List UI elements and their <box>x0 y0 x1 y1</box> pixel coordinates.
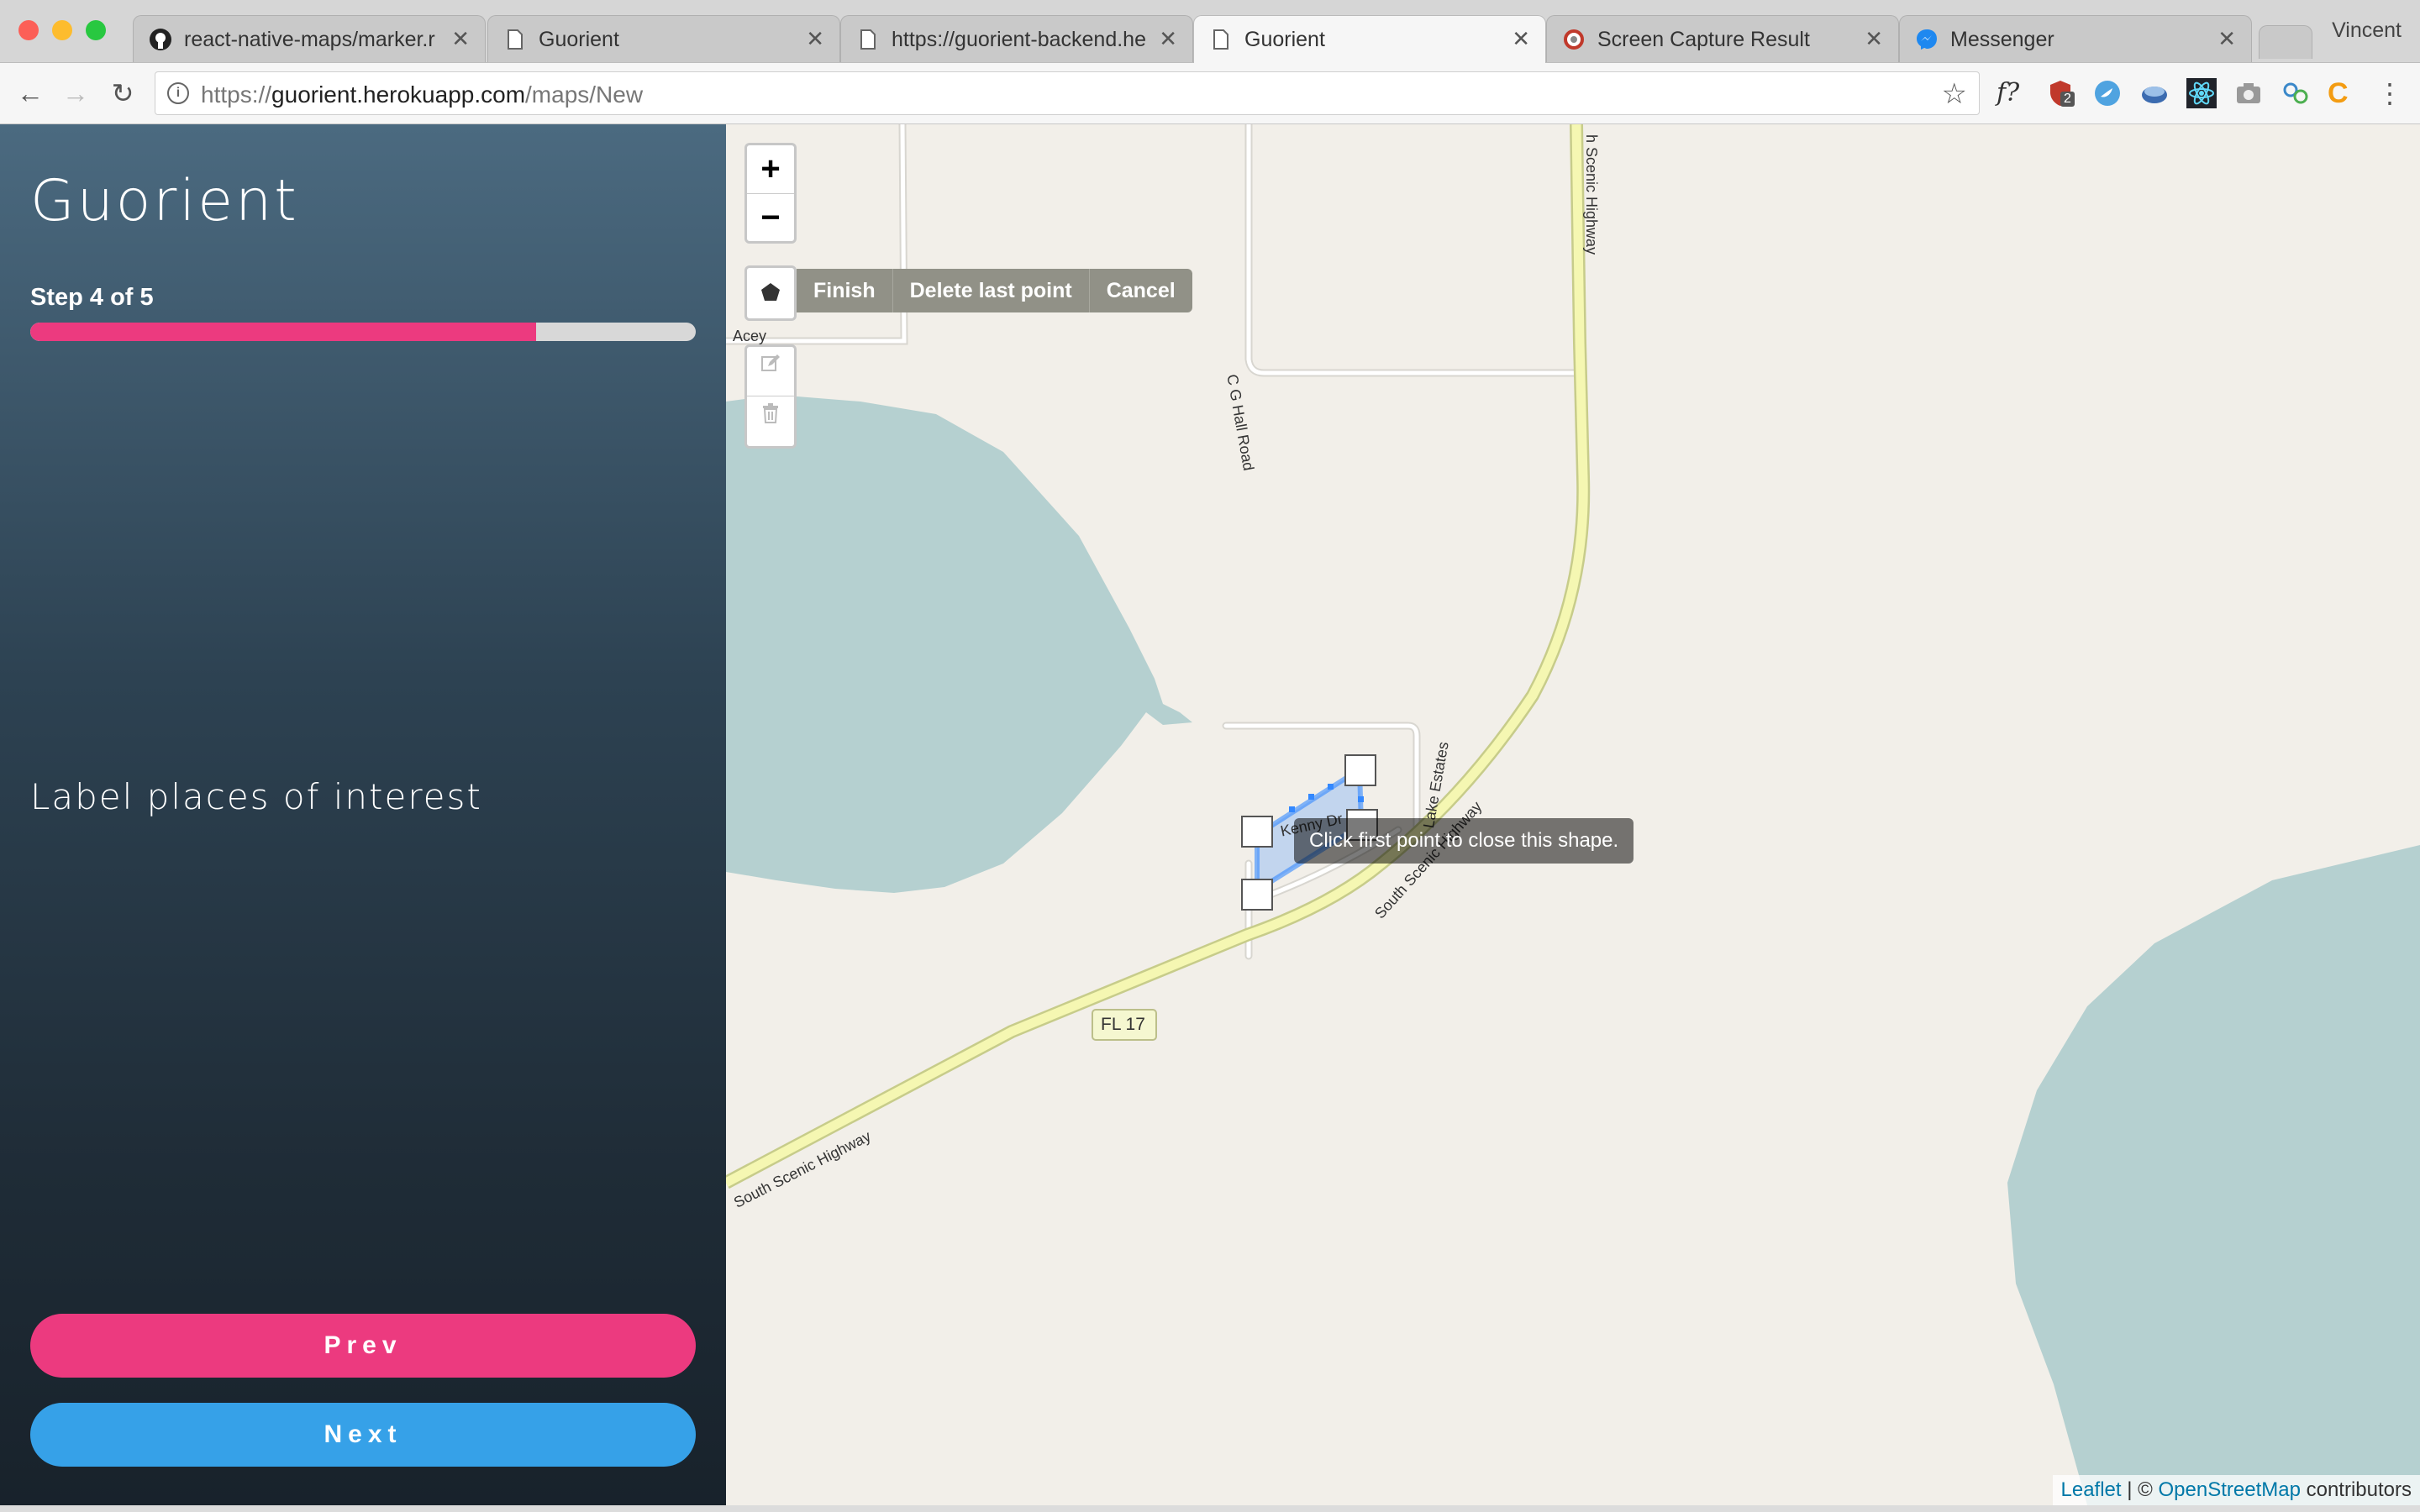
close-tab-icon[interactable]: ✕ <box>806 26 824 52</box>
url-text[interactable]: https://guorient.herokuapp.com/maps/New <box>201 81 643 108</box>
nodes-extension-icon[interactable] <box>2281 78 2311 108</box>
close-tab-icon[interactable]: ✕ <box>1159 26 1177 52</box>
pentagon-icon <box>761 283 780 301</box>
polygon-vertex[interactable] <box>1344 754 1376 786</box>
zoom-in-button[interactable]: + <box>747 145 794 194</box>
next-button[interactable]: Next <box>30 1403 696 1467</box>
tab-title: https://guorient-backend.he <box>892 28 1145 51</box>
page-icon <box>860 29 876 50</box>
browser-tab[interactable]: Guorient ✕ <box>487 15 840 62</box>
capture-icon <box>1564 29 1584 50</box>
lake-west <box>726 395 1192 893</box>
browser-tab[interactable]: Messenger ✕ <box>1899 15 2252 62</box>
forward-arrow-icon[interactable]: → <box>59 76 92 110</box>
camera-extension-icon[interactable] <box>2233 78 2264 108</box>
bird-extension-icon[interactable] <box>2092 78 2123 108</box>
c-extension-icon[interactable]: C <box>2328 78 2358 108</box>
extension-badge: 2 <box>2060 92 2075 107</box>
tab-title: Screen Capture Result <box>1597 28 1810 51</box>
messenger-icon <box>1917 29 1937 50</box>
tab-title: Guorient <box>1244 28 1325 51</box>
url-host: guorient.herokuapp.com <box>271 81 526 108</box>
polygon-vertex[interactable] <box>1241 816 1273 848</box>
map-attribution: Leaflet | © OpenStreetMap contributors <box>2052 1475 2420 1505</box>
delete-last-point-button[interactable]: Delete last point <box>892 269 1089 312</box>
url-path: /maps/New <box>525 81 644 108</box>
page-icon <box>508 29 523 50</box>
map-label-acey: Acey <box>733 328 767 344</box>
step-progress-fill <box>30 323 536 341</box>
reload-icon[interactable]: ↻ <box>106 76 139 110</box>
trash-icon <box>763 403 778 423</box>
draw-polygon-button[interactable] <box>744 265 797 321</box>
close-tab-icon[interactable]: ✕ <box>451 26 470 52</box>
map-label-scenic-top: h Scenic Highway <box>1583 134 1600 255</box>
back-arrow-icon[interactable]: ← <box>13 76 47 110</box>
maximize-window-button[interactable] <box>86 20 106 40</box>
react-devtools-icon[interactable] <box>2186 78 2217 108</box>
finish-button[interactable]: Finish <box>797 269 892 312</box>
zoom-out-button[interactable]: − <box>747 194 794 242</box>
close-tab-icon[interactable]: ✕ <box>1865 26 1883 52</box>
close-tab-icon[interactable]: ✕ <box>1512 26 1530 52</box>
tab-title: Messenger <box>1950 28 2054 51</box>
attribution-separator: | © <box>2121 1478 2159 1501</box>
info-icon[interactable]: i <box>167 82 189 104</box>
url-prefix: https:// <box>201 81 272 108</box>
bookmark-star-icon[interactable]: ☆ <box>1942 77 1967 111</box>
delete-layers-button[interactable] <box>747 396 794 445</box>
edit-layers-button[interactable] <box>747 347 794 396</box>
map-tiles <box>726 124 2420 1505</box>
window-bottom-edge <box>0 1505 2420 1512</box>
close-window-button[interactable] <box>18 20 39 40</box>
openstreetmap-link[interactable]: OpenStreetMap <box>2159 1478 2301 1501</box>
address-bar[interactable]: i https://guorient.herokuapp.com/maps/Ne… <box>155 71 1980 115</box>
sidebar: Guorient Step 4 of 5 Label places of int… <box>0 124 726 1512</box>
browser-tab[interactable]: react-native-maps/marker.r ✕ <box>133 15 486 62</box>
draw-actions-toolbar: Finish Delete last point Cancel <box>797 269 1192 312</box>
fx-extension-icon[interactable]: f? <box>1996 78 2027 108</box>
edit-layers-control <box>744 344 797 449</box>
browser-tab[interactable]: https://guorient-backend.he ✕ <box>840 15 1193 62</box>
browser-tab[interactable]: Screen Capture Result ✕ <box>1546 15 1899 62</box>
zoom-control: + − <box>744 143 797 244</box>
leaflet-link[interactable]: Leaflet <box>2061 1478 2122 1501</box>
app-title: Guorient <box>30 168 299 234</box>
browser-tab-active[interactable]: Guorient ✕ <box>1193 15 1546 63</box>
menu-kebab-icon[interactable]: ⋮ <box>2375 78 2405 108</box>
globe-extension-icon[interactable] <box>2139 78 2170 108</box>
browser-tab-bar: react-native-maps/marker.r ✕ Guorient ✕ … <box>0 0 2420 63</box>
browser-toolbar: ← → ↻ i https://guorient.herokuapp.com/m… <box>0 63 2420 124</box>
step-progress-bar <box>30 323 696 341</box>
profile-name[interactable]: Vincent <box>2332 18 2402 43</box>
step-heading: Label places of interest <box>30 776 482 817</box>
shield-extension-icon[interactable]: 2 <box>2045 78 2075 108</box>
prev-button[interactable]: Prev <box>30 1314 696 1378</box>
map[interactable]: Acey C G Hall Road h Scenic Highway Sout… <box>726 124 2420 1505</box>
page-icon <box>1213 29 1228 50</box>
lake-east <box>2007 845 2420 1505</box>
attribution-suffix: contributors <box>2300 1478 2412 1501</box>
map-label-fl17: FL 17 <box>1101 1015 1145 1034</box>
minimize-window-button[interactable] <box>52 20 72 40</box>
github-icon <box>150 29 171 50</box>
edit-icon <box>761 354 780 371</box>
close-tab-icon[interactable]: ✕ <box>2217 26 2236 52</box>
tab-title: react-native-maps/marker.r <box>184 28 435 51</box>
draw-tooltip: Click first point to close this shape. <box>1294 818 1634 864</box>
new-tab-button[interactable] <box>2259 25 2312 59</box>
step-label: Step 4 of 5 <box>30 284 154 311</box>
cancel-drawing-button[interactable]: Cancel <box>1088 269 1192 312</box>
tab-title: Guorient <box>539 28 619 51</box>
polygon-vertex[interactable] <box>1241 879 1273 911</box>
